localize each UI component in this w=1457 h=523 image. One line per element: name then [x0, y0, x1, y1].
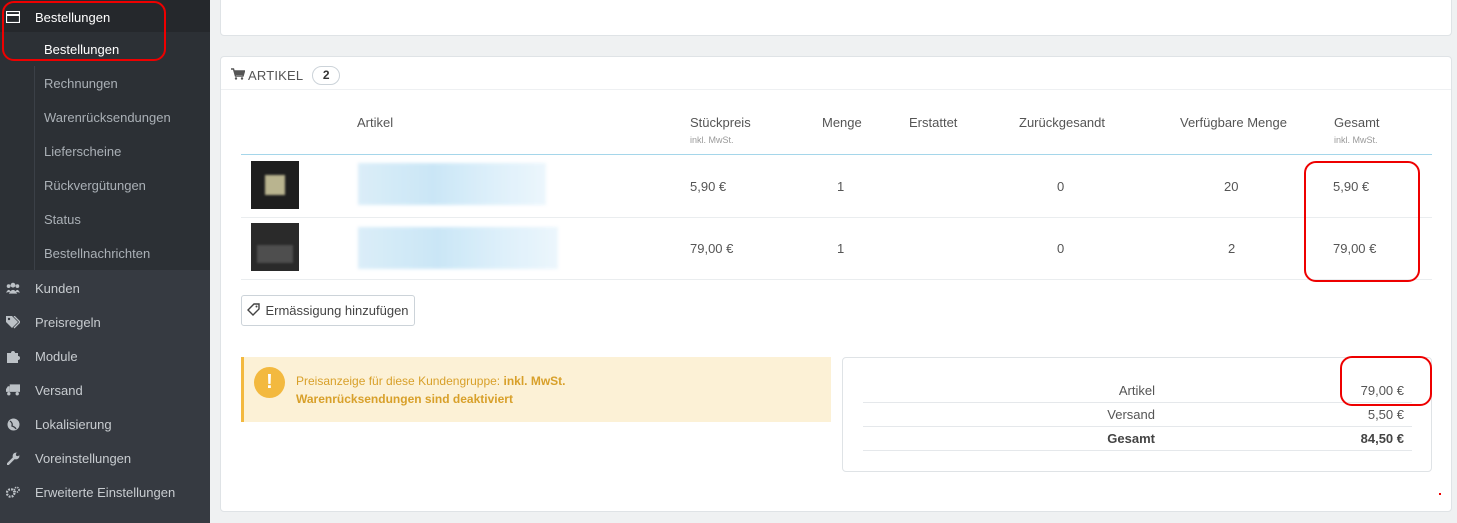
sidebar-item-label: Module [35, 348, 78, 364]
submenu-item-statuses[interactable]: Status [0, 202, 210, 236]
article-count-badge: 2 [312, 65, 341, 85]
submenu-item-order-messages[interactable]: Bestellnachrichten [0, 236, 210, 270]
col-header-refunded: Erstattet [909, 115, 958, 130]
product-thumbnail[interactable] [251, 161, 299, 209]
table-row: 79,00 € 1 0 2 79,00 € [241, 218, 1432, 280]
totals-value: 84,50 € [1360, 431, 1404, 446]
warning-icon: ! [254, 367, 285, 398]
sidebar-item-shipping[interactable]: Versand [0, 373, 210, 407]
articles-panel: ARTIKEL 2 Artikel Stückpreis inkl. MwSt.… [220, 56, 1452, 512]
totals-row-articles: Artikel 79,00 € [863, 379, 1412, 403]
submenu-item-credit-slips[interactable]: Rückvergütungen [0, 168, 210, 202]
alert-line-1: Preisanzeige für diese Kundengruppe: ink… [296, 374, 566, 388]
col-header-available: Verfügbare Menge [1180, 115, 1287, 130]
product-thumbnail[interactable] [251, 223, 299, 271]
totals-label: Artikel [1118, 383, 1155, 398]
wrench-icon [6, 451, 20, 465]
puzzle-icon [6, 349, 20, 363]
quantity: 1 [837, 179, 845, 194]
submenu-item-returns[interactable]: Warenrücksendungen [0, 100, 210, 134]
price-display-alert: ! Preisanzeige für diese Kundengruppe: i… [241, 357, 831, 422]
tag-icon [247, 302, 261, 319]
unit-price: 5,90 € [690, 179, 727, 194]
add-discount-button[interactable]: Ermässigung hinzufügen [241, 295, 415, 326]
sidebar-item-localization[interactable]: Lokalisierung [0, 407, 210, 441]
sidebar-item-label: Kunden [35, 280, 80, 296]
cogs-icon [6, 485, 20, 499]
alert-text: Preisanzeige für diese Kundengruppe: [296, 374, 504, 388]
col-header-article: Artikel [357, 115, 394, 130]
users-icon [6, 281, 20, 295]
col-header-quantity: Menge [822, 115, 862, 130]
sidebar-item-label: Preisregeln [35, 314, 101, 330]
button-label: Ermässigung hinzufügen [265, 303, 409, 318]
sidebar-item-modules[interactable]: Module [0, 339, 210, 373]
sidebar-item-label: Lokalisierung [35, 416, 112, 432]
col-header-total: Gesamt inkl. MwSt. [1334, 115, 1380, 145]
unit-price: 79,00 € [690, 241, 734, 256]
totals-value: 5,50 € [1367, 407, 1404, 422]
globe-icon [6, 417, 20, 431]
submenu-item-invoices[interactable]: Rechnungen [0, 66, 210, 100]
col-header-subtext: inkl. MwSt. [1334, 135, 1378, 145]
divider [221, 89, 1451, 90]
totals-row-shipping: Versand 5,50 € [863, 403, 1412, 427]
product-name-redacted[interactable] [358, 163, 546, 205]
customer-panel [220, 0, 1452, 36]
returned-quantity: 0 [1057, 179, 1065, 194]
col-header-label: Gesamt [1334, 115, 1380, 130]
product-name-redacted[interactable] [358, 227, 558, 269]
sidebar-item-customers[interactable]: Kunden [0, 271, 210, 305]
annotation-highlight [2, 1, 166, 61]
sidebar-item-label: Erweiterte Einstellungen [35, 484, 176, 500]
annotation-highlight [1304, 161, 1420, 282]
panel-title: ARTIKEL [248, 67, 304, 83]
col-header-label: Stückpreis [690, 115, 751, 130]
sidebar: Bestellungen Bestellungen Rechnungen War… [0, 0, 210, 523]
col-header-returned: Zurückgesandt [1019, 115, 1105, 130]
alert-line-2: Warenrücksendungen sind deaktiviert [296, 392, 513, 406]
col-header-unit-price: Stückpreis inkl. MwSt. [690, 115, 751, 145]
sidebar-item-preferences[interactable]: Voreinstellungen [0, 441, 210, 475]
annotation-highlight [1340, 356, 1432, 406]
alert-tax-mode: inkl. MwSt. [503, 374, 566, 388]
available-quantity: 2 [1228, 241, 1236, 256]
sidebar-item-label: Versand [35, 382, 83, 398]
totals-label: Versand [1107, 407, 1155, 422]
sidebar-item-price-rules[interactable]: Preisregeln [0, 305, 210, 339]
returned-quantity: 0 [1057, 241, 1065, 256]
sidebar-item-label: Voreinstellungen [35, 450, 132, 466]
tags-icon [6, 315, 20, 329]
available-quantity: 20 [1224, 179, 1239, 194]
annotation-dot [1439, 493, 1441, 495]
cart-icon [231, 67, 246, 83]
sidebar-item-advanced-settings[interactable]: Erweiterte Einstellungen [0, 475, 210, 509]
panel-heading: ARTIKEL 2 [231, 65, 341, 85]
totals-row-grand-total: Gesamt 84,50 € [863, 427, 1412, 451]
table-row: 5,90 € 1 0 20 5,90 € [241, 155, 1432, 217]
quantity: 1 [837, 241, 845, 256]
truck-icon [6, 383, 20, 397]
col-header-subtext: inkl. MwSt. [690, 135, 734, 145]
submenu-item-delivery-slips[interactable]: Lieferscheine [0, 134, 210, 168]
order-totals: Artikel 79,00 € Versand 5,50 € Gesamt 84… [842, 356, 1432, 472]
row-divider [241, 279, 1432, 280]
totals-label: Gesamt [1107, 431, 1155, 446]
